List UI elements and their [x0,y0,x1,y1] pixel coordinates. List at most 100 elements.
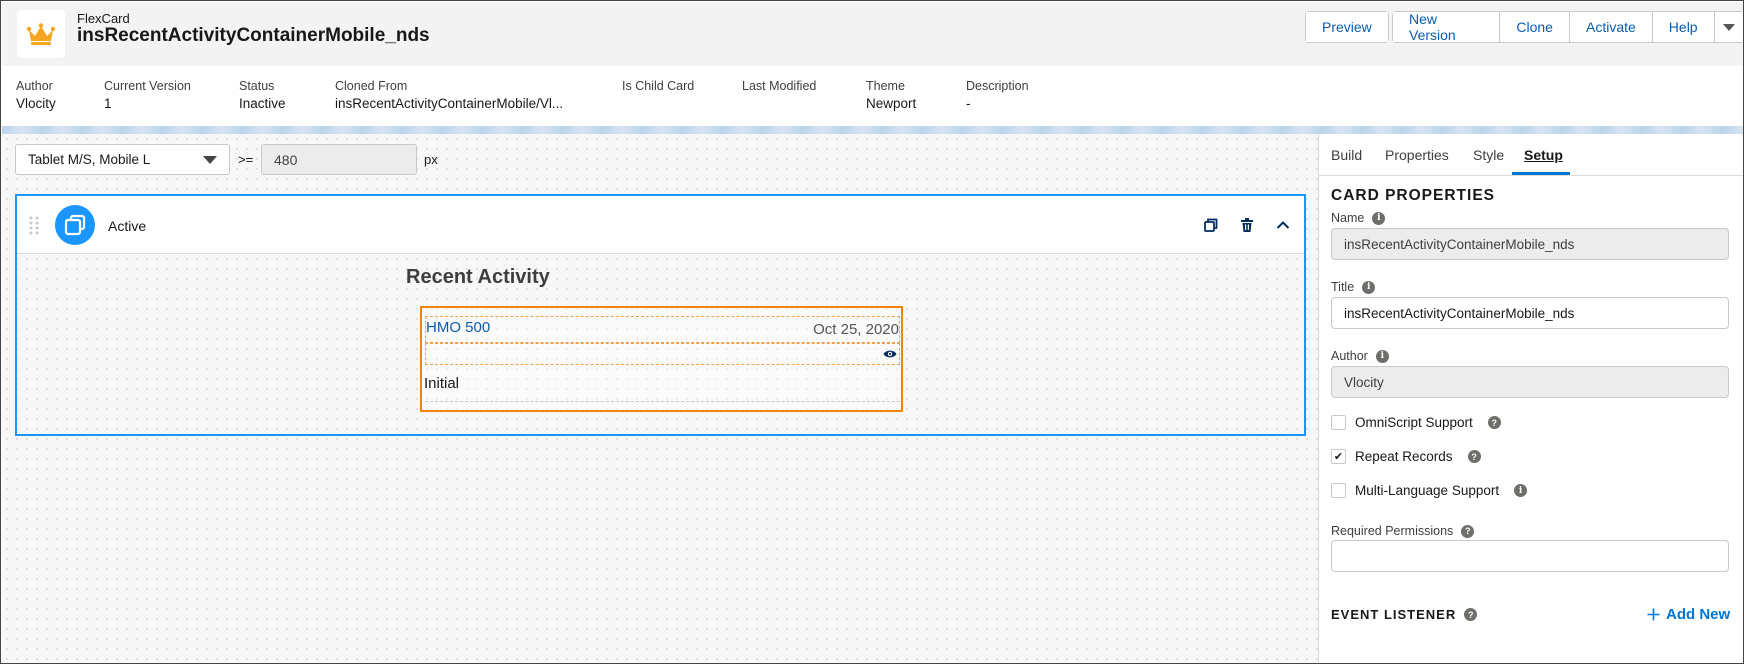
info-label: Author [16,79,53,93]
info-label: Cloned From [335,79,408,93]
info-author: Author Vlocity [16,79,56,111]
repeat-record-block[interactable]: HMO 500 Oct 25, 2020 Initial [420,306,903,412]
event-listener-heading-text: EVENT LISTENER [1331,607,1457,622]
card-properties-heading: CARD PROPERTIES [1331,187,1495,204]
field-label-text: Author [1331,349,1368,363]
record-type-label: FlexCard [77,11,130,26]
new-version-button[interactable]: New Version [1393,11,1501,43]
author-field-label: Author i [1331,349,1389,363]
record-row-status: Initial [424,365,900,402]
field-label-text: Title [1331,280,1355,294]
breakpoint-operator: >= [238,152,254,167]
info-label: Status [239,79,275,93]
card-state-container[interactable]: Active Recent Activity HMO 500 Oct 25, 2… [15,194,1306,436]
multi-language-row: Multi-Language Support i [1331,483,1528,498]
info-icon[interactable]: i [1375,349,1389,363]
help-icon[interactable]: ? [1467,450,1481,463]
info-cloned-from: Cloned From insRecentActivityContainerMo… [335,79,563,111]
info-description: Description - [966,79,1029,111]
page-title: insRecentActivityContainerMobile_nds [77,25,430,46]
record-row-header: HMO 500 Oct 25, 2020 [425,316,900,343]
field-label-text: Required Permissions [1331,524,1454,538]
collapse-chevron-up-icon[interactable] [1274,216,1292,234]
clone-state-icon[interactable] [1202,216,1220,234]
design-canvas: Tablet M/S, Mobile L >= 480 px Active Re… [2,134,1318,663]
add-icon [1647,608,1660,621]
info-icon[interactable]: i [1362,280,1376,294]
tab-style[interactable]: Style [1473,147,1504,163]
actions-button-group: New Version Clone Activate Help [1392,11,1743,43]
field-label-text: Name [1331,211,1365,225]
omniscript-support-checkbox[interactable] [1331,415,1346,430]
info-value: Newport [866,96,917,111]
delete-icon[interactable] [1238,216,1256,234]
tab-setup[interactable]: Setup [1524,147,1563,163]
checkbox-label: Multi-Language Support [1355,483,1500,498]
properties-panel: Build Properties Style Setup CARD PROPER… [1318,134,1743,663]
clone-button[interactable]: Clone [1500,12,1570,42]
more-actions-button[interactable] [1714,12,1743,42]
author-field[interactable]: Vlocity [1331,366,1729,398]
breakpoint-unit: px [424,152,438,167]
help-icon[interactable]: ? [1461,524,1475,538]
breakpoint-width-input[interactable]: 480 [261,144,417,175]
info-current-version: Current Version 1 [104,79,191,111]
omniscript-support-row: OmniScript Support ? [1331,415,1501,430]
chevron-down-icon [203,155,217,164]
panel-tabs: Build Properties Style Setup [1319,134,1743,176]
name-field-label: Name i [1331,211,1386,225]
add-new-label: Add New [1666,606,1731,623]
tab-properties[interactable]: Properties [1385,147,1449,163]
drag-handle-icon[interactable] [29,216,39,236]
checkbox-label: OmniScript Support [1355,415,1473,430]
info-last-modified: Last Modified [742,79,816,96]
info-label: Description [966,79,1029,93]
record-info-bar: Author Vlocity Current Version 1 Status … [2,66,1743,126]
card-state-icon [55,205,95,245]
repeat-records-checkbox[interactable]: ✔ [1331,449,1346,464]
info-icon[interactable]: i [1514,484,1528,497]
checkbox-label: Repeat Records [1355,449,1453,464]
info-icon[interactable]: i [1372,211,1386,225]
chevron-down-icon [1722,23,1735,31]
help-button[interactable]: Help [1652,12,1715,42]
card-state-header: Active [17,196,1304,254]
info-value: Vlocity [16,96,56,111]
info-status: Status Inactive [239,79,286,111]
info-label: Theme [866,79,905,93]
status-field: Initial [424,375,460,392]
crown-icon [17,10,65,58]
repeat-records-row: ✔ Repeat Records ? [1331,449,1481,464]
card-title: Recent Activity [406,266,550,288]
page-header: FlexCard insRecentActivityContainerMobil… [2,2,1743,66]
activate-button[interactable]: Activate [1569,12,1653,42]
info-label: Is Child Card [622,79,695,93]
preview-button[interactable]: Preview [1306,12,1388,42]
multi-language-checkbox[interactable] [1331,483,1346,498]
info-value: Inactive [239,96,286,111]
help-icon[interactable]: ? [1487,416,1501,429]
preview-button-group: Preview [1305,11,1389,43]
plan-name-field[interactable]: HMO 500 [426,319,490,336]
header-divider [2,126,1743,134]
help-icon[interactable]: ? [1464,608,1478,621]
info-value[interactable]: insRecentActivityContainerMobile/Vl... [335,96,563,111]
breakpoint-select-value: Tablet M/S, Mobile L [28,152,151,167]
info-value: - [966,96,971,111]
title-field[interactable]: insRecentActivityContainerMobile_nds [1331,297,1729,329]
info-label: Current Version [104,79,191,93]
event-listener-heading: EVENT LISTENER ? [1331,607,1478,622]
breakpoint-select[interactable]: Tablet M/S, Mobile L [15,144,230,175]
active-tab-indicator [1512,172,1570,175]
info-theme: Theme Newport [866,79,916,111]
info-is-child-card: Is Child Card [622,79,694,96]
info-label: Last Modified [742,79,817,93]
activity-date-field: Oct 25, 2020 [813,321,899,338]
name-field[interactable]: insRecentActivityContainerMobile_nds [1331,228,1729,260]
eye-icon[interactable] [883,349,897,359]
info-value: 1 [104,96,112,111]
required-permissions-field[interactable] [1331,540,1729,572]
tab-build[interactable]: Build [1331,147,1362,163]
add-new-event-listener-button[interactable]: Add New [1647,606,1730,623]
title-field-label: Title i [1331,280,1376,294]
